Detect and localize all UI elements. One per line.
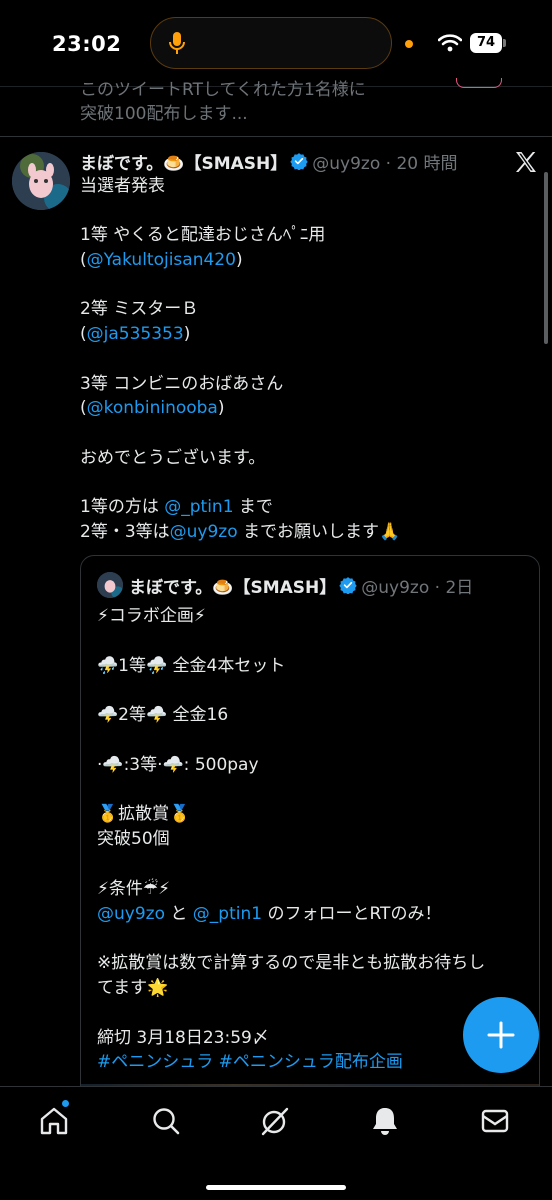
quoted-line: 突破50個 — [97, 829, 170, 850]
home-notification-dot — [61, 1099, 70, 1108]
scrollbar[interactable] — [544, 172, 548, 344]
verified-badge-icon — [290, 153, 308, 170]
tweet-divider — [0, 136, 552, 137]
mention-link: @uy9zo — [97, 903, 165, 924]
verified-badge-icon — [339, 577, 357, 594]
tweet-line: 3等 コンビニのおばあさん — [80, 373, 284, 394]
quoted-line: ·🌩️:3等·🌩️: 500pay — [97, 754, 259, 775]
battery-level: 74 — [470, 33, 502, 53]
avatar[interactable] — [12, 152, 70, 210]
search-icon[interactable] — [150, 1105, 182, 1137]
mention-link: @_ptin1 — [192, 903, 263, 924]
messages-icon[interactable] — [479, 1105, 511, 1137]
author-handle-time[interactable]: @uy9zo · 20 時間 — [312, 149, 457, 174]
plus-icon — [487, 1021, 515, 1049]
tweet-line: おめでとうございます。 — [80, 447, 266, 468]
quoted-avatar-image — [97, 572, 123, 598]
battery-indicator: 74 — [470, 33, 506, 53]
tweet-line-mention: (@ja535353) — [80, 324, 191, 345]
previous-tweet-text[interactable]: このツイートRTしてくれた方1名様に 突破100配布します... — [80, 78, 500, 126]
quoted-line-mention: @uy9zo と @_ptin1 のフォローとRTのみ！ — [97, 903, 442, 924]
tweet-line-mention: (@Yakultojisan420) — [80, 250, 243, 271]
battery-tip — [503, 39, 506, 47]
dynamic-island — [150, 17, 392, 69]
avatar-image — [12, 152, 70, 210]
author-name[interactable]: まぼです。🍮【SMASH】 — [80, 149, 287, 174]
quoted-line: 🥇拡散賞🥇 — [97, 804, 191, 825]
status-time: 23:02 — [52, 32, 122, 56]
quoted-handle-time: @uy9zo · 2日 — [361, 577, 474, 598]
quoted-line: ※拡散賞は数で計算するので是非とも拡散お待ちし — [97, 953, 486, 974]
home-icon[interactable] — [38, 1105, 70, 1137]
tweet-header: まぼです。🍮【SMASH】 @uy9zo · 20 時間 — [80, 148, 458, 174]
hashtag-line: #ペニンシュラ #ペニンシュラ配布企画 — [97, 1052, 403, 1073]
previous-tweet-line: このツイートRTしてくれた方1名様に — [80, 80, 366, 100]
tweet-body: 当選者発表 1等 やくると配達おじさんﾍﾟﾆ用 (@Yakultojisan42… — [80, 174, 540, 544]
tweet-line: 当選者発表 — [80, 176, 165, 196]
home-indicator — [206, 1185, 346, 1190]
tweet-line-mention: (@konbininooba) — [80, 398, 225, 419]
previous-tweet-line: 突破100配布します... — [80, 104, 248, 124]
grok-icon[interactable] — [259, 1105, 291, 1137]
mention-link[interactable]: @ja535353 — [87, 324, 184, 344]
quoted-avatar — [97, 572, 123, 598]
quoted-author-name: まぼです。🍮【SMASH】 — [129, 577, 337, 598]
compose-button[interactable] — [463, 997, 539, 1073]
quoted-line: ⚡コラボ企画⚡ — [97, 606, 206, 626]
status-bar: 23:02 74 — [0, 0, 552, 88]
quoted-line: てます🌟 — [97, 977, 169, 998]
mention-link[interactable]: @konbininooba — [87, 398, 218, 418]
previous-tweet-media-edge — [456, 78, 502, 88]
privacy-indicator-dot — [405, 40, 413, 48]
mention-link[interactable]: @Yakultojisan420 — [87, 250, 236, 270]
quoted-body: ⚡コラボ企画⚡ ⛈️1等⛈️ 全金4本セット 🌩️2等🌩️ 全金16 ·🌩️:3… — [97, 604, 527, 1075]
tweet-line-mention: 1等の方は @_ptin1 まで — [80, 497, 273, 518]
bottom-nav — [0, 1086, 552, 1200]
notifications-icon[interactable] — [369, 1105, 401, 1137]
quoted-header: まぼです。🍮【SMASH】 @uy9zo · 2日 — [129, 572, 473, 598]
quoted-line: 🌩️2等🌩️ 全金16 — [97, 705, 229, 726]
microphone-icon — [169, 32, 185, 54]
x-logo-icon — [516, 152, 536, 172]
quoted-line: ⛈️1等⛈️ 全金4本セット — [97, 655, 286, 676]
mention-link[interactable]: @uy9zo — [170, 522, 238, 542]
wifi-icon — [438, 34, 462, 52]
quoted-line: ⚡条件☔⚡ — [97, 878, 171, 899]
tweet-line: 2等 ミスターＢ — [80, 299, 199, 320]
tweet-line-mention: 2等・3等は@uy9zo までお願いします🙏 — [80, 521, 401, 542]
tweet-line: 1等 やくると配達おじさんﾍﾟﾆ用 — [80, 225, 326, 246]
mention-link[interactable]: @_ptin1 — [164, 497, 233, 517]
